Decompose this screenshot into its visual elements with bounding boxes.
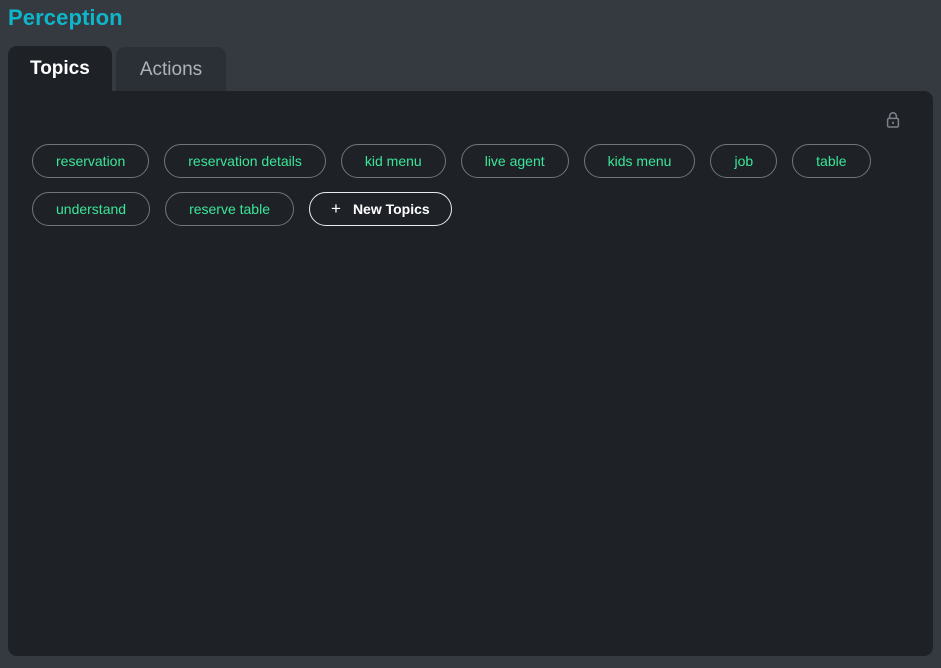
topic-chip[interactable]: table — [792, 144, 870, 178]
plus-icon: + — [331, 200, 341, 217]
lock-icon[interactable] — [884, 110, 902, 130]
topic-chip[interactable]: reservation details — [164, 144, 326, 178]
topic-chip[interactable]: understand — [32, 192, 150, 226]
topics-panel: reservation reservation details kid menu… — [8, 91, 933, 656]
topic-chip[interactable]: kids menu — [584, 144, 696, 178]
topic-chip[interactable]: live agent — [461, 144, 569, 178]
lock-icon-glyph — [885, 111, 901, 129]
topic-chip[interactable]: kid menu — [341, 144, 446, 178]
topic-chip[interactable]: job — [710, 144, 777, 178]
tab-topics[interactable]: Topics — [8, 46, 112, 91]
perception-screen: Perception Topics Actions reservation re… — [0, 0, 941, 668]
page-title: Perception — [8, 4, 123, 32]
new-topics-label: New Topics — [353, 202, 430, 216]
topic-chip[interactable]: reservation — [32, 144, 149, 178]
tab-actions[interactable]: Actions — [116, 47, 226, 91]
topic-chip[interactable]: reserve table — [165, 192, 294, 226]
tab-bar: Topics Actions — [8, 46, 226, 91]
new-topics-button[interactable]: + New Topics — [309, 192, 452, 226]
topic-chip-list: reservation reservation details kid menu… — [32, 144, 910, 226]
